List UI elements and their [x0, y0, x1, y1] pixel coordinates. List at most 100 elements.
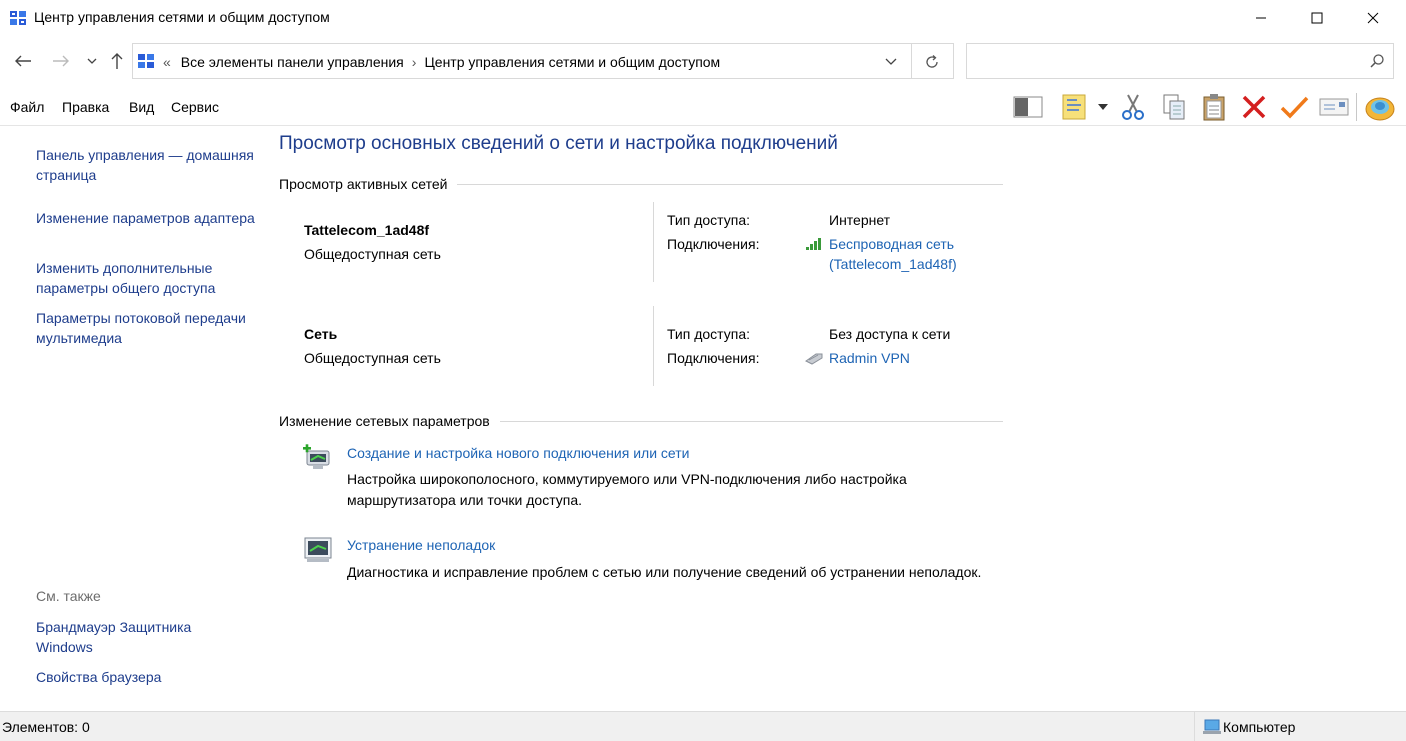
- network-name: Сеть: [304, 326, 338, 342]
- chevron-down-icon: [885, 58, 897, 65]
- refresh-icon: [926, 55, 938, 68]
- maximize-button[interactable]: [1294, 0, 1340, 36]
- search-input[interactable]: [966, 43, 1394, 79]
- breadcrumb-overflow[interactable]: «: [163, 54, 171, 70]
- section-divider: [457, 183, 1003, 185]
- connection-name: Беспроводная сеть: [829, 236, 955, 252]
- main-content: Просмотр основных сведений о сети и наст…: [262, 127, 1406, 711]
- properties-button[interactable]: [1058, 92, 1090, 122]
- address-history-button[interactable]: [881, 52, 901, 72]
- new-connection-icon: [303, 444, 330, 469]
- maximize-icon: [1311, 12, 1323, 24]
- refresh-button[interactable]: [921, 51, 943, 73]
- active-networks-section: Просмотр активных сетей: [279, 176, 1003, 192]
- check-button[interactable]: [1278, 92, 1310, 122]
- access-type-label: Тип доступа:: [667, 212, 751, 228]
- troubleshoot-icon: [304, 537, 332, 562]
- network-category-link[interactable]: Общедоступная сеть: [304, 350, 441, 366]
- ethernet-cable-icon: [805, 353, 823, 365]
- breadcrumb-separator-icon[interactable]: ›: [412, 54, 417, 70]
- check-icon: [1280, 96, 1309, 119]
- arrow-left-icon: [15, 55, 31, 67]
- chevron-down-icon: [87, 58, 97, 64]
- shell-icon: [1365, 97, 1395, 121]
- search-icon: [1370, 54, 1384, 68]
- troubleshoot-link[interactable]: Устранение неполадок: [347, 537, 495, 553]
- breadcrumb: « Все элементы панели управления › Центр уп…: [163, 54, 720, 70]
- network-name: Tattelecom_1ad48f: [304, 222, 430, 238]
- menu-file[interactable]: Файл: [10, 99, 44, 115]
- close-icon: [1367, 12, 1379, 24]
- delete-icon: [1242, 95, 1266, 119]
- wifi-signal-icon: [806, 238, 821, 250]
- address-divider: [911, 44, 912, 78]
- control-panel-home-link[interactable]: Панель управления — домашняя страница: [36, 145, 256, 185]
- menu-edit[interactable]: Правка: [62, 99, 109, 115]
- firewall-link[interactable]: Брандмауэр Защитника Windows: [36, 617, 216, 657]
- navigation-bar: « Все элементы панели управления › Центр уп…: [0, 40, 1406, 84]
- forward-button[interactable]: [50, 50, 72, 72]
- preview-pane-button[interactable]: [1012, 92, 1044, 122]
- connections-label: Подключения:: [667, 350, 760, 366]
- see-also-label: См. также: [36, 588, 101, 604]
- envelope-button[interactable]: [1318, 92, 1350, 122]
- adapter-settings-link[interactable]: Изменение параметров адаптера: [36, 208, 256, 228]
- access-type-value: Без доступа к сети: [829, 326, 951, 342]
- envelope-icon: [1319, 98, 1349, 116]
- title-bar: Центр управления сетями и общим доступом: [0, 0, 1406, 36]
- status-bar: Элементов: 0 Компьютер: [0, 711, 1406, 741]
- dropdown-arrow-icon: [1098, 104, 1108, 110]
- cut-button[interactable]: [1117, 92, 1149, 122]
- items-count: Элементов: 0: [2, 719, 90, 735]
- network-divider: [653, 202, 654, 282]
- network-divider: [653, 306, 654, 386]
- shell-button[interactable]: [1364, 92, 1396, 122]
- connection-ssid: (Tattelecom_1ad48f): [829, 256, 957, 272]
- breadcrumb-all-items[interactable]: Все элементы панели управления: [181, 54, 404, 70]
- minimize-icon: [1256, 17, 1266, 19]
- page-title: Просмотр основных сведений о сети и наст…: [279, 133, 838, 154]
- toolbar-separator: [1356, 93, 1357, 121]
- up-button[interactable]: [106, 50, 128, 72]
- address-bar[interactable]: « Все элементы панели управления › Центр уп…: [132, 43, 954, 79]
- access-type-value: Интернет: [829, 212, 891, 228]
- back-button[interactable]: [12, 50, 34, 72]
- left-pane: Панель управления — домашняя страница Из…: [0, 127, 262, 711]
- computer-icon: [1203, 719, 1221, 734]
- wireless-connection-link[interactable]: Беспроводная сеть (Tattelecom_1ad48f): [829, 234, 957, 274]
- menu-bar: Файл Правка Вид Сервис: [0, 88, 1406, 126]
- zone-indicator: Компьютер: [1194, 712, 1406, 741]
- recent-locations-button[interactable]: [82, 50, 102, 72]
- copy-icon: [1163, 94, 1185, 120]
- advanced-sharing-link[interactable]: Изменить дополнительные параметры общего…: [36, 258, 256, 298]
- menu-tools[interactable]: Сервис: [171, 99, 219, 115]
- network-category-link[interactable]: Общедоступная сеть: [304, 246, 441, 262]
- active-networks-label: Просмотр активных сетей: [279, 176, 448, 192]
- control-panel-icon: [10, 11, 26, 25]
- browser-properties-link[interactable]: Свойства браузера: [36, 667, 256, 687]
- media-streaming-link[interactable]: Параметры потоковой передачи мультимедиа: [36, 308, 256, 348]
- radmin-vpn-link[interactable]: Radmin VPN: [829, 348, 910, 368]
- change-settings-label: Изменение сетевых параметров: [279, 413, 490, 429]
- paste-icon: [1203, 94, 1225, 121]
- arrow-up-icon: [111, 53, 123, 69]
- troubleshoot-description: Диагностика и исправление проблем с сеть…: [347, 564, 982, 580]
- new-connection-description: Настройка широкополосного, коммутируемог…: [347, 471, 907, 508]
- minimize-button[interactable]: [1238, 0, 1284, 36]
- change-settings-section: Изменение сетевых параметров: [279, 413, 1003, 429]
- delete-button[interactable]: [1238, 92, 1270, 122]
- cut-icon: [1122, 94, 1144, 120]
- section-divider: [499, 420, 1003, 422]
- close-button[interactable]: [1350, 0, 1396, 36]
- properties-dropdown[interactable]: [1094, 92, 1112, 122]
- preview-pane-icon: [1013, 96, 1043, 118]
- menu-view[interactable]: Вид: [129, 99, 154, 115]
- access-type-label: Тип доступа:: [667, 326, 751, 342]
- breadcrumb-current[interactable]: Центр управления сетями и общим доступом: [424, 54, 720, 70]
- control-panel-icon: [138, 54, 154, 68]
- properties-icon: [1062, 94, 1086, 120]
- paste-button[interactable]: [1198, 92, 1230, 122]
- new-connection-link[interactable]: Создание и настройка нового подключения …: [347, 445, 689, 461]
- arrow-right-icon: [53, 55, 69, 67]
- copy-button[interactable]: [1158, 92, 1190, 122]
